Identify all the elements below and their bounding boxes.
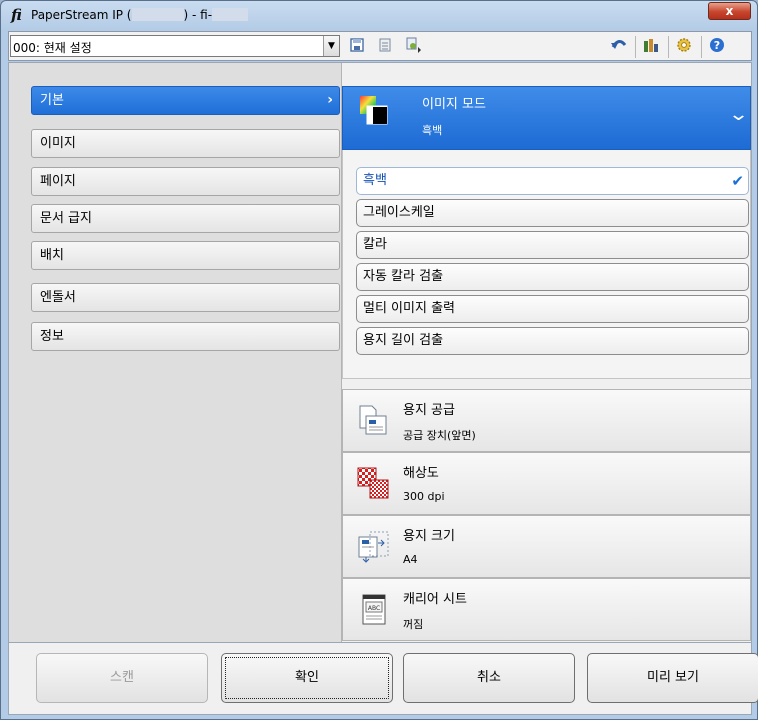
main-content: 기본 › 이미지 페이지 문서 급지 배치 엔돌서 정보 이미지 모드 흑백 ⌄… xyxy=(8,62,752,643)
mode-option-grayscale[interactable]: 그레이스케일 xyxy=(356,199,749,227)
help-icon[interactable]: ? xyxy=(707,37,727,57)
delete-icon[interactable] xyxy=(375,37,395,57)
mode-option-label: 흑백 xyxy=(363,173,387,188)
nav-item-label: 배치 xyxy=(40,248,64,263)
mode-option-paper-length[interactable]: 용지 길이 검출 xyxy=(356,327,749,355)
mode-option-label: 그레이스케일 xyxy=(363,205,435,220)
chevron-down-icon[interactable]: ▼ xyxy=(323,36,339,56)
preview-button[interactable]: 미리 보기 xyxy=(587,653,758,703)
nav-item-label: 이미지 xyxy=(40,136,76,151)
ok-button[interactable]: 확인 xyxy=(221,653,393,703)
category-nav: 기본 › 이미지 페이지 문서 급지 배치 엔돌서 정보 xyxy=(9,63,342,642)
nav-item-paper-feed[interactable]: 문서 급지 xyxy=(31,204,340,233)
carrier-sheet-icon: ABC xyxy=(362,594,386,625)
mode-option-label: 칼라 xyxy=(363,237,387,252)
nav-item-label: 기본 xyxy=(40,93,64,108)
nav-item-info[interactable]: 정보 xyxy=(31,322,340,351)
setting-value: 300 dpi xyxy=(403,490,445,503)
nav-item-label: 페이지 xyxy=(40,174,76,189)
nav-item-label: 문서 급지 xyxy=(40,211,92,226)
nav-item-label: 엔돌서 xyxy=(40,290,76,305)
mode-option-label: 용지 길이 검출 xyxy=(363,333,444,348)
app-window: fi PaperStream IP ( ) - fi- x 000: 현재 설정 … xyxy=(0,0,758,720)
app-logo: fi xyxy=(11,6,22,24)
close-button[interactable]: x xyxy=(708,2,751,20)
undo-icon[interactable] xyxy=(609,37,629,57)
window-title-model: ) - fi- xyxy=(183,8,213,22)
window-title: PaperStream IP ( ) - fi- xyxy=(31,8,249,22)
mode-option-label: 자동 칼라 검출 xyxy=(363,269,444,284)
profile-select[interactable]: 000: 현재 설정 ▼ xyxy=(10,35,340,57)
setting-carrier-sheet[interactable]: ABC 캐리어 시트 꺼짐 xyxy=(342,578,751,641)
toolbar-separator xyxy=(668,36,669,58)
nav-item-image[interactable]: 이미지 xyxy=(31,129,340,158)
image-mode-icon xyxy=(360,96,388,125)
mode-option-multi-image[interactable]: 멀티 이미지 출력 xyxy=(356,295,749,323)
mode-option-label: 멀티 이미지 출력 xyxy=(363,301,455,316)
nav-item-batch[interactable]: 배치 xyxy=(31,241,340,270)
title-bar[interactable]: fi PaperStream IP ( ) - fi- x xyxy=(1,1,757,29)
nav-item-endorser[interactable]: 엔돌서 xyxy=(31,283,340,312)
image-mode-header[interactable]: 이미지 모드 흑백 ⌄ xyxy=(342,86,751,150)
chevron-right-icon: › xyxy=(327,92,333,108)
settings-panel: 이미지 모드 흑백 ⌄ 흑백 ✔ 그레이스케일 칼라 자동 칼라 검출 멀티 이… xyxy=(342,63,751,642)
redacted-block xyxy=(131,8,184,21)
setting-title: 해상도 xyxy=(403,466,439,481)
button-bar: 스캔 확인 취소 미리 보기 xyxy=(8,643,758,715)
image-mode-title: 이미지 모드 xyxy=(422,97,486,112)
chevron-down-icon[interactable]: ⌄ xyxy=(728,104,749,125)
mode-option-color[interactable]: 칼라 xyxy=(356,231,749,259)
paper-size-icon xyxy=(358,531,389,563)
setting-paper-source[interactable]: 용지 공급 공급 장치(앞면) xyxy=(342,389,751,452)
settings-gear-icon[interactable] xyxy=(674,37,694,57)
redacted-block xyxy=(212,8,249,21)
sdk-icon[interactable] xyxy=(641,37,661,57)
setting-value: 꺼짐 xyxy=(403,618,424,631)
toolbar-separator xyxy=(635,36,636,58)
svg-text:?: ? xyxy=(714,39,720,52)
nav-item-basic[interactable]: 기본 › xyxy=(31,86,340,115)
nav-item-page[interactable]: 페이지 xyxy=(31,167,340,196)
checkmark-icon: ✔ xyxy=(731,172,744,190)
save-icon[interactable] xyxy=(347,37,367,57)
paper-source-icon xyxy=(359,405,387,435)
svg-text:ABC: ABC xyxy=(368,605,380,612)
resolution-icon xyxy=(357,467,389,499)
toolbar: 000: 현재 설정 ▼ ? xyxy=(8,31,752,61)
scan-button[interactable]: 스캔 xyxy=(36,653,208,703)
nav-item-label: 정보 xyxy=(40,329,64,344)
cancel-button[interactable]: 취소 xyxy=(403,653,575,703)
close-icon: x xyxy=(725,4,734,18)
export-icon[interactable] xyxy=(404,37,424,57)
setting-title: 캐리어 시트 xyxy=(403,592,467,607)
mode-option-bw[interactable]: 흑백 ✔ xyxy=(356,167,749,195)
setting-title: 용지 크기 xyxy=(403,529,455,544)
setting-title: 용지 공급 xyxy=(403,403,455,418)
profile-value: 000: 현재 설정 xyxy=(13,41,92,55)
window-title-text: PaperStream IP ( xyxy=(31,8,132,22)
setting-resolution[interactable]: 해상도 300 dpi xyxy=(342,452,751,515)
image-mode-value: 흑백 xyxy=(422,124,443,137)
setting-value: 공급 장치(앞면) xyxy=(403,429,476,442)
toolbar-separator xyxy=(701,36,702,58)
mode-option-auto-color[interactable]: 자동 칼라 검출 xyxy=(356,263,749,291)
setting-paper-size[interactable]: 용지 크기 A4 xyxy=(342,515,751,578)
image-mode-options: 흑백 ✔ 그레이스케일 칼라 자동 칼라 검출 멀티 이미지 출력 용지 길이 … xyxy=(342,150,751,379)
setting-value: A4 xyxy=(403,553,418,566)
